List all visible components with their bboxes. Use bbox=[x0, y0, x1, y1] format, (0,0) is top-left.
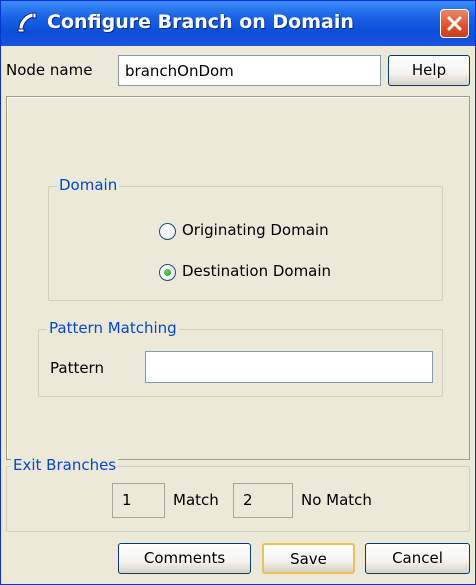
configure-branch-dialog: Configure Branch on Domain Node name bra… bbox=[0, 0, 476, 585]
domain-legend: Domain bbox=[57, 176, 120, 194]
originating-domain-label[interactable]: Originating Domain bbox=[182, 221, 329, 239]
close-button[interactable] bbox=[440, 9, 469, 38]
exit-branch-number: 2 bbox=[233, 483, 293, 518]
window-title: Configure Branch on Domain bbox=[47, 11, 354, 33]
pattern-label: Pattern bbox=[50, 359, 104, 377]
save-button[interactable]: Save bbox=[262, 543, 355, 574]
exit-branch-label: Match bbox=[173, 491, 219, 509]
main-panel: Domain Originating Domain Destination Do… bbox=[6, 96, 470, 460]
exit-branch-number: 1 bbox=[112, 483, 165, 518]
node-name-row: Node name branchOnDom Help bbox=[1, 46, 475, 96]
destination-domain-label[interactable]: Destination Domain bbox=[182, 262, 331, 280]
destination-domain-radio[interactable] bbox=[159, 264, 176, 281]
domain-group: Domain Originating Domain Destination Do… bbox=[48, 176, 443, 301]
node-name-label: Node name bbox=[6, 61, 93, 79]
close-icon bbox=[447, 16, 462, 31]
pattern-matching-legend: Pattern Matching bbox=[47, 319, 179, 337]
pattern-matching-group: Pattern Matching Pattern bbox=[38, 319, 443, 397]
cancel-button[interactable]: Cancel bbox=[365, 543, 470, 574]
phone-handset-icon bbox=[17, 12, 37, 33]
node-name-input[interactable]: branchOnDom bbox=[118, 55, 381, 86]
title-bar[interactable]: Configure Branch on Domain bbox=[1, 1, 475, 46]
radio-selected-dot bbox=[164, 269, 171, 276]
comments-button[interactable]: Comments bbox=[118, 543, 251, 574]
exit-branches-legend: Exit Branches bbox=[11, 456, 119, 474]
exit-branch-label: No Match bbox=[301, 491, 372, 509]
exit-branches-group: Exit Branches 1 Match 2 No Match bbox=[6, 456, 470, 532]
help-button[interactable]: Help bbox=[388, 55, 470, 86]
pattern-input[interactable] bbox=[145, 351, 433, 383]
originating-domain-radio[interactable] bbox=[159, 223, 176, 240]
